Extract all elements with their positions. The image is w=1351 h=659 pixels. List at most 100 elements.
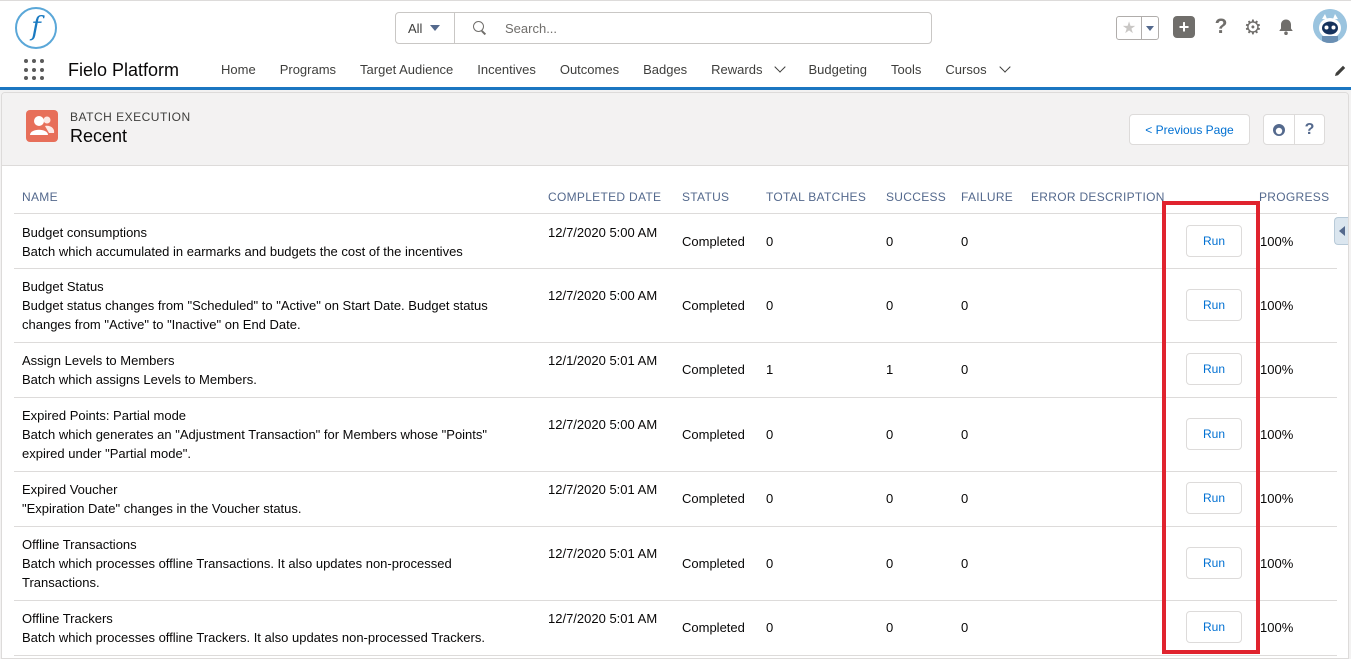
column-status[interactable]: STATUS xyxy=(682,190,729,204)
column-failure[interactable]: FAILURE xyxy=(961,190,1013,204)
nav-item-outcomes[interactable]: Outcomes xyxy=(560,52,619,87)
nav-item-label: Target Audience xyxy=(360,62,454,77)
column-completed-date[interactable]: COMPLETED DATE xyxy=(548,190,661,204)
nav-item-home[interactable]: Home xyxy=(221,52,256,87)
chevron-down-icon[interactable] xyxy=(998,61,1011,73)
batch-name: Assign Levels to Members xyxy=(22,353,175,368)
completed-date: 12/7/2020 5:00 AM xyxy=(548,288,658,303)
chevron-down-icon[interactable] xyxy=(774,61,787,73)
progress-value: 100% xyxy=(1260,491,1294,506)
success-value: 0 xyxy=(886,491,894,506)
status-value: Completed xyxy=(682,556,745,571)
column-error-description[interactable]: ERROR DESCRIPTION xyxy=(1031,190,1165,204)
status-value: Completed xyxy=(682,298,745,313)
status-value: Completed xyxy=(682,362,745,377)
run-button[interactable]: Run xyxy=(1186,225,1242,257)
column-progress[interactable]: PROGRESS xyxy=(1259,190,1329,204)
column-name[interactable]: NAME xyxy=(22,190,58,204)
previous-page-button[interactable]: < Previous Page xyxy=(1129,114,1250,145)
batch-description: Batch which assigns Levels to Members. xyxy=(22,372,257,387)
batch-name: Expired Points: Partial mode xyxy=(22,408,187,423)
name-cell: Offline Trackers Batch which processes o… xyxy=(22,609,522,647)
nav-items: Home Programs Target Audience Incentives… xyxy=(221,52,1033,87)
batch-name: Budget Status xyxy=(22,279,104,294)
failure-value: 0 xyxy=(961,298,969,313)
page-header: BATCH EXECUTION Recent < Previous Page ? xyxy=(2,93,1348,166)
nav-item-label: Budgeting xyxy=(808,62,868,77)
nav-item-label: Home xyxy=(221,62,256,77)
column-success[interactable]: SUCCESS xyxy=(886,190,946,204)
run-button[interactable]: Run xyxy=(1186,418,1242,450)
success-value: 0 xyxy=(886,556,894,571)
run-button[interactable]: Run xyxy=(1186,547,1242,579)
nav-item-incentives[interactable]: Incentives xyxy=(477,52,536,87)
nav-item-badges[interactable]: Badges xyxy=(643,52,687,87)
success-value: 0 xyxy=(886,620,894,635)
batch-name: Expired Voucher xyxy=(22,482,118,497)
status-value: Completed xyxy=(682,427,745,442)
gear-icon[interactable]: ⚙ xyxy=(1242,16,1264,39)
nav-item-programs[interactable]: Programs xyxy=(280,52,336,87)
table-header: NAME COMPLETED DATE STATUS TOTAL BATCHES… xyxy=(14,166,1337,214)
success-value: 0 xyxy=(886,427,894,442)
nav-item-tools[interactable]: Tools xyxy=(891,52,921,87)
nav-item-label: Cursos xyxy=(945,62,987,77)
search-input[interactable] xyxy=(505,13,905,43)
nav-item-budgeting[interactable]: Budgeting xyxy=(808,52,867,87)
favorites-button-group: ★ xyxy=(1116,16,1159,40)
global-search: All xyxy=(395,12,932,44)
completed-date: 12/7/2020 5:01 AM xyxy=(548,482,658,497)
progress-value: 100% xyxy=(1260,556,1294,571)
batch-name: Offline Transactions xyxy=(22,537,137,552)
head-icon[interactable] xyxy=(1264,115,1294,144)
nav-item-label: Rewards xyxy=(711,62,763,77)
search-scope-select[interactable]: All xyxy=(396,13,455,43)
run-button[interactable]: Run xyxy=(1186,611,1242,643)
run-button[interactable]: Run xyxy=(1186,482,1242,514)
user-avatar[interactable] xyxy=(1313,9,1347,43)
search-scope-label: All xyxy=(408,20,423,36)
completed-date: 12/7/2020 5:00 AM xyxy=(548,225,658,240)
star-icon[interactable]: ★ xyxy=(1117,17,1141,39)
users-svg xyxy=(30,116,55,135)
collapse-panel-tab[interactable] xyxy=(1334,217,1348,245)
plus-icon[interactable]: + xyxy=(1173,16,1195,38)
name-cell: Expired Points: Partial mode Batch which… xyxy=(22,406,522,463)
total-batches-value: 0 xyxy=(766,234,774,249)
head-svg xyxy=(1272,123,1285,136)
object-label: BATCH EXECUTION xyxy=(70,110,191,124)
logo-letter: f xyxy=(31,12,41,42)
table-row: Expired Points: Partial mode Batch which… xyxy=(14,398,1337,472)
question-icon[interactable]: ? xyxy=(1293,115,1324,144)
name-cell: Budget Status Budget status changes from… xyxy=(22,277,522,334)
favorites-menu-button[interactable] xyxy=(1141,17,1158,39)
app-name: Fielo Platform xyxy=(68,60,180,80)
bell-icon[interactable] xyxy=(1275,16,1297,38)
page-title: Recent xyxy=(70,126,128,146)
waffle-icon[interactable] xyxy=(24,59,46,81)
nav-item-label: Programs xyxy=(279,62,337,77)
nav-item-rewards[interactable]: Rewards xyxy=(711,52,787,87)
bell-svg xyxy=(1279,19,1293,35)
run-button[interactable]: Run xyxy=(1186,289,1242,321)
nav-item-label: Badges xyxy=(643,62,688,77)
batch-description: Batch which accumulated in earmarks and … xyxy=(22,244,463,259)
fielo-logo[interactable]: f xyxy=(15,7,57,49)
total-batches-value: 0 xyxy=(766,620,774,635)
column-total-batches[interactable]: TOTAL BATCHES xyxy=(766,190,866,204)
nav-item-label: Outcomes xyxy=(559,62,620,77)
nav-item-target-audience[interactable]: Target Audience xyxy=(360,52,453,87)
status-value: Completed xyxy=(682,620,745,635)
run-button[interactable]: Run xyxy=(1186,353,1242,385)
nav-item-cursos[interactable]: Cursos xyxy=(945,52,1011,87)
batch-description: Batch which processes offline Trackers. … xyxy=(22,630,485,645)
pencil-svg xyxy=(1335,65,1346,76)
question-icon[interactable]: ? xyxy=(1210,15,1232,38)
completed-date: 12/7/2020 5:01 AM xyxy=(548,546,658,561)
completed-date: 12/7/2020 5:00 AM xyxy=(548,417,658,432)
table-row: Assign Levels to Members Batch which ass… xyxy=(14,343,1337,398)
batch-name: Budget consumptions xyxy=(22,225,148,240)
nav-item-label: Tools xyxy=(891,62,922,77)
pencil-icon[interactable] xyxy=(1334,64,1347,82)
global-header: f All ★ + ? ⚙ xyxy=(0,0,1351,52)
